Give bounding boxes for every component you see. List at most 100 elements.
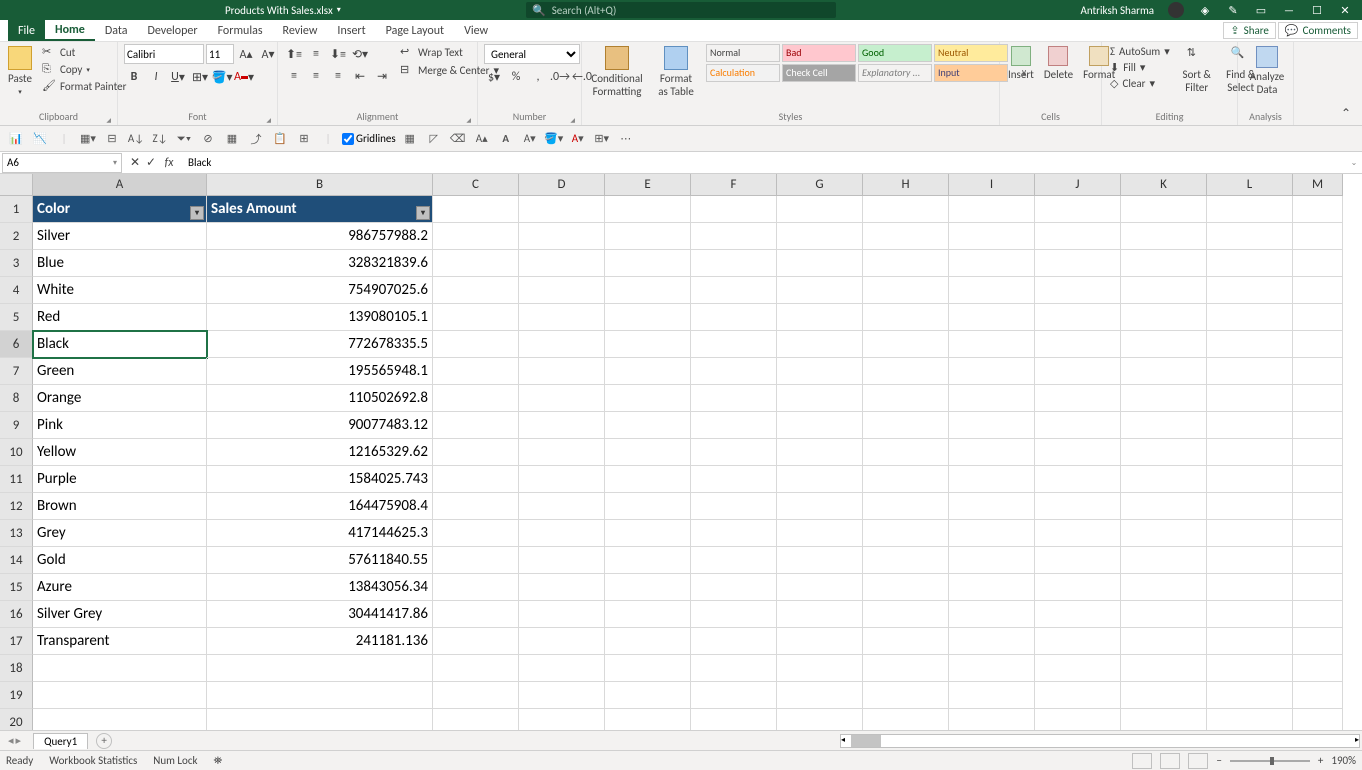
row-header-17[interactable]: 17: [0, 628, 33, 655]
ribbon-mode-icon[interactable]: ▭: [1254, 3, 1268, 17]
cell-M14[interactable]: [1293, 547, 1343, 574]
cell-J7[interactable]: [1035, 358, 1121, 385]
view-normal-icon[interactable]: [1132, 753, 1152, 769]
cell-M20[interactable]: [1293, 709, 1343, 730]
column-header-J[interactable]: J: [1035, 174, 1121, 196]
cell-M12[interactable]: [1293, 493, 1343, 520]
qat-filter-icon[interactable]: ⏷▾: [174, 129, 194, 149]
cell-M9[interactable]: [1293, 412, 1343, 439]
clear-button[interactable]: ◇Clear▾: [1108, 76, 1172, 91]
cell-I7[interactable]: [949, 358, 1035, 385]
cell-L3[interactable]: [1207, 250, 1293, 277]
cell-E5[interactable]: [605, 304, 691, 331]
cell-G18[interactable]: [777, 655, 863, 682]
cell-A7[interactable]: Green: [33, 358, 207, 385]
fill-button[interactable]: ⬇Fill▾: [1108, 60, 1172, 75]
cell-J14[interactable]: [1035, 547, 1121, 574]
row-header-10[interactable]: 10: [0, 439, 33, 466]
cell-L1[interactable]: [1207, 196, 1293, 223]
cell-J3[interactable]: [1035, 250, 1121, 277]
cell-L5[interactable]: [1207, 304, 1293, 331]
cell-A5[interactable]: Red: [33, 304, 207, 331]
cell-E6[interactable]: [605, 331, 691, 358]
accessibility-icon[interactable]: ⛯: [214, 754, 223, 768]
expand-fxbar-icon[interactable]: ⌄: [1346, 153, 1362, 173]
cell-I6[interactable]: [949, 331, 1035, 358]
cell-F3[interactable]: [691, 250, 777, 277]
pen-icon[interactable]: ✎: [1226, 3, 1240, 17]
qat-font-grow-icon[interactable]: A▴: [472, 129, 492, 149]
cell-K7[interactable]: [1121, 358, 1207, 385]
cell-D1[interactable]: [519, 196, 605, 223]
increase-indent-icon[interactable]: ⇥: [372, 66, 392, 86]
cell-I5[interactable]: [949, 304, 1035, 331]
cell-B3[interactable]: 328321839.6: [207, 250, 433, 277]
align-left-icon[interactable]: ≡: [284, 66, 304, 86]
cell-J19[interactable]: [1035, 682, 1121, 709]
insert-cells-button[interactable]: Insert: [1006, 44, 1036, 83]
cell-H6[interactable]: [863, 331, 949, 358]
cell-C13[interactable]: [433, 520, 519, 547]
row-header-16[interactable]: 16: [0, 601, 33, 628]
cell-E14[interactable]: [605, 547, 691, 574]
qat-remove-dup-icon[interactable]: ⊟: [102, 129, 122, 149]
cell-A17[interactable]: Transparent: [33, 628, 207, 655]
qat-font-bold-icon[interactable]: A: [496, 129, 516, 149]
cell-C4[interactable]: [433, 277, 519, 304]
column-header-A[interactable]: A: [33, 174, 207, 196]
cell-I2[interactable]: [949, 223, 1035, 250]
cell-F10[interactable]: [691, 439, 777, 466]
tab-review[interactable]: Review: [273, 20, 328, 41]
format-painter-button[interactable]: 🖌Format Painter: [40, 78, 128, 94]
cell-A20[interactable]: [33, 709, 207, 730]
cell-H7[interactable]: [863, 358, 949, 385]
qat-trace-icon[interactable]: ⤴: [246, 129, 266, 149]
zoom-slider[interactable]: [1230, 760, 1310, 762]
cell-D14[interactable]: [519, 547, 605, 574]
cell-H5[interactable]: [863, 304, 949, 331]
cell-F19[interactable]: [691, 682, 777, 709]
cell-I8[interactable]: [949, 385, 1035, 412]
cell-L11[interactable]: [1207, 466, 1293, 493]
cell-H9[interactable]: [863, 412, 949, 439]
bold-button[interactable]: B: [124, 67, 144, 87]
cell-C9[interactable]: [433, 412, 519, 439]
font-size-select[interactable]: [206, 44, 234, 64]
cell-C14[interactable]: [433, 547, 519, 574]
cell-G9[interactable]: [777, 412, 863, 439]
cell-A8[interactable]: Orange: [33, 385, 207, 412]
cell-D17[interactable]: [519, 628, 605, 655]
cell-D20[interactable]: [519, 709, 605, 730]
scroll-thumb[interactable]: [851, 735, 881, 747]
cell-G8[interactable]: [777, 385, 863, 412]
qat-select-icon[interactable]: ◸: [424, 129, 444, 149]
cell-L12[interactable]: [1207, 493, 1293, 520]
cell-F11[interactable]: [691, 466, 777, 493]
gridlines-check-input[interactable]: [342, 133, 354, 145]
cell-C10[interactable]: [433, 439, 519, 466]
format-as-table-button[interactable]: Format as Table: [652, 44, 700, 100]
cell-L13[interactable]: [1207, 520, 1293, 547]
cell-E13[interactable]: [605, 520, 691, 547]
cell-G5[interactable]: [777, 304, 863, 331]
percent-icon[interactable]: %: [506, 67, 526, 87]
cell-J16[interactable]: [1035, 601, 1121, 628]
cell-I19[interactable]: [949, 682, 1035, 709]
view-pagelayout-icon[interactable]: [1160, 753, 1180, 769]
paste-button[interactable]: Paste▾: [6, 44, 34, 98]
column-header-I[interactable]: I: [949, 174, 1035, 196]
cell-G16[interactable]: [777, 601, 863, 628]
row-header-9[interactable]: 9: [0, 412, 33, 439]
cell-D18[interactable]: [519, 655, 605, 682]
font-name-select[interactable]: [124, 44, 204, 64]
cell-H18[interactable]: [863, 655, 949, 682]
cell-D2[interactable]: [519, 223, 605, 250]
qat-table-icon[interactable]: ▦: [400, 129, 420, 149]
cell-E15[interactable]: [605, 574, 691, 601]
cell-I14[interactable]: [949, 547, 1035, 574]
cell-G7[interactable]: [777, 358, 863, 385]
cell-G14[interactable]: [777, 547, 863, 574]
cell-M17[interactable]: [1293, 628, 1343, 655]
cell-K14[interactable]: [1121, 547, 1207, 574]
qat-font-shrink-icon[interactable]: A▾: [520, 129, 540, 149]
